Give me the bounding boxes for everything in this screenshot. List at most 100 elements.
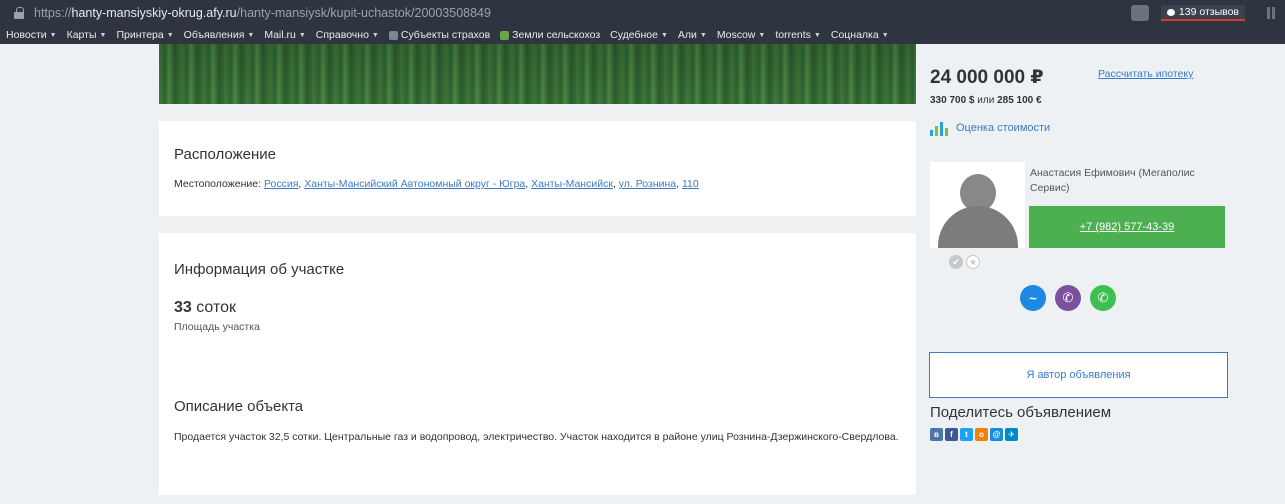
url-prefix: https://	[34, 6, 72, 20]
odnoklassniki-share-icon[interactable]: o	[975, 428, 988, 441]
star-icon[interactable]: ★	[966, 255, 980, 269]
chevron-down-icon: ▼	[49, 31, 57, 39]
url-field[interactable]: https://hanty-mansiyskiy-okrug.afy.ru/ha…	[34, 6, 491, 20]
chart-icon	[930, 120, 948, 136]
chevron-down-icon: ▼	[371, 31, 379, 39]
author-button[interactable]: Я автор объявления	[929, 352, 1228, 398]
bookmark-item[interactable]: Объявления ▼	[184, 29, 255, 41]
location-card: Расположение Местоположение: Россия, Хан…	[159, 121, 916, 216]
price-or: или	[974, 95, 998, 106]
location-prefix: Местоположение:	[174, 178, 264, 190]
chevron-down-icon: ▼	[99, 31, 107, 39]
bookmarks-bar: Новости ▼ Карты ▼ Принтера ▼ Объявления ▼ Mail.r…	[0, 26, 1285, 44]
bookmark-label: Субъекты страхов	[400, 29, 491, 41]
url-path: /hanty-mansiysk/kupit-uchastok/200035088…	[236, 6, 491, 20]
whatsapp-icon[interactable]: ✆	[1090, 285, 1116, 311]
price-eur: 285 100 €	[997, 95, 1042, 106]
comment-icon	[1166, 8, 1175, 16]
bookmark-label: Новости	[6, 29, 47, 41]
facebook-share-icon[interactable]: f	[945, 428, 958, 441]
location-link[interactable]: 110	[682, 178, 699, 190]
url-host: hanty-mansiyskiy-okrug.afy.ru	[71, 6, 237, 20]
chevron-down-icon: ▼	[298, 31, 306, 39]
bookmark-label: Судебное	[610, 29, 658, 41]
location-link[interactable]: ул. Рознина	[619, 178, 676, 190]
bookmark-label: Соцналка	[830, 29, 879, 41]
agent-rating: ✔ ★	[949, 255, 980, 269]
listing-photo[interactable]	[159, 44, 916, 104]
info-title: Информация об участке	[174, 261, 345, 278]
bookmark-label: Справочно	[315, 29, 369, 41]
location-links: Россия, Ханты-Мансийский Автономный окру…	[264, 178, 699, 190]
messenger-buttons: ~ ✆ ✆	[1020, 285, 1116, 311]
bookmark-item[interactable]: Карты ▼	[67, 29, 107, 41]
location-line: Местоположение: Россия, Ханты-Мансийский…	[174, 178, 699, 190]
lock-icon	[14, 7, 24, 19]
bookmark-label: Карты	[66, 29, 97, 41]
price-main: 24 000 000 ₽	[930, 67, 1044, 88]
area-value: 33 соток	[174, 299, 236, 317]
area-unit: соток	[191, 299, 237, 316]
extension-icon[interactable]	[1130, 5, 1149, 21]
agent-photo-card	[930, 162, 1025, 248]
phone-button[interactable]: +7 (982) 577-43-39	[1029, 206, 1225, 248]
mortgage-link[interactable]: Рассчитать ипотеку	[1098, 68, 1193, 80]
agent-name[interactable]: Анастасия Ефимович (Мегаполис Сервис)	[1030, 166, 1230, 196]
chevron-down-icon: ▼	[166, 31, 174, 39]
bookmark-label: Али	[677, 29, 697, 41]
estimate-link[interactable]: Оценка стоимости	[930, 120, 1050, 136]
bookmark-item[interactable]: Новости ▼	[6, 29, 57, 41]
bookmark-item[interactable]: Соцналка ▼	[831, 29, 889, 41]
chevron-down-icon: ▼	[881, 31, 889, 39]
chevron-down-icon: ▼	[660, 31, 668, 39]
reviews-label: 139 отзывов	[1178, 6, 1239, 18]
location-link[interactable]: Ханты-Мансийск	[531, 178, 613, 190]
bookmark-item[interactable]: Moscow ▼	[717, 29, 765, 41]
bookmark-label: Объявления	[183, 29, 245, 41]
area-label: Площадь участка	[174, 321, 260, 333]
bookmark-item[interactable]: Судебное ▼	[610, 29, 668, 41]
check-icon: ✔	[949, 255, 963, 269]
bookmark-item[interactable]: Али ▼	[678, 29, 707, 41]
location-link[interactable]: Россия	[264, 178, 298, 190]
mailru-share-icon[interactable]: @	[990, 428, 1003, 441]
info-card: Информация об участке 33 соток Площадь у…	[159, 233, 916, 495]
chevron-down-icon: ▼	[247, 31, 255, 39]
vk-share-icon[interactable]: в	[930, 428, 943, 441]
chevron-down-icon: ▼	[813, 31, 821, 39]
bookmark-label: Принтера	[116, 29, 164, 41]
bookmark-item[interactable]: Справочно ▼	[316, 29, 379, 41]
twitter-share-icon[interactable]: t	[960, 428, 973, 441]
bookmark-favicon-icon	[500, 30, 510, 40]
price-alt: 330 700 $ или 285 100 €	[930, 95, 1042, 106]
bookmark-label: Moscow	[716, 29, 756, 41]
avatar	[930, 162, 1025, 248]
share-title: Поделитесь объявлением	[930, 404, 1112, 421]
chevron-down-icon: ▼	[699, 31, 707, 39]
description-text: Продается участок 32,5 сотки. Центральны…	[174, 431, 899, 443]
address-bar: https://hanty-mansiyskiy-okrug.afy.ru/ha…	[0, 0, 1285, 26]
location-title: Расположение	[174, 146, 276, 163]
bookmark-label: torrents	[775, 29, 811, 41]
menu-icon[interactable]	[1267, 7, 1275, 19]
bookmark-item[interactable]: Mail.ru ▼	[264, 29, 305, 41]
bookmark-item[interactable]: Принтера ▼	[116, 29, 173, 41]
reviews-badge[interactable]: 139 отзывов	[1160, 5, 1245, 21]
area-number: 33	[174, 299, 192, 316]
bookmark-label: Mail.ru	[264, 29, 296, 41]
chevron-down-icon: ▼	[758, 31, 766, 39]
price-usd: 330 700 $	[930, 95, 975, 106]
viber-icon[interactable]: ✆	[1055, 285, 1081, 311]
messenger-icon[interactable]: ~	[1020, 285, 1046, 311]
bookmark-item[interactable]: torrents ▼	[775, 29, 821, 41]
bookmark-item[interactable]: Субъекты страхов	[388, 29, 491, 41]
bookmark-favicon-icon	[388, 30, 398, 40]
reviews-extension[interactable]: 139 отзывов	[1130, 4, 1245, 22]
bookmark-label: Земли сельскохоз	[512, 29, 601, 41]
description-title: Описание объекта	[174, 398, 304, 415]
location-link[interactable]: Ханты-Мансийский Автономный округ - Югра	[304, 178, 525, 190]
telegram-share-icon[interactable]: ✈	[1005, 428, 1018, 441]
bookmark-item[interactable]: Земли сельскохоз	[500, 29, 600, 41]
estimate-label: Оценка стоимости	[956, 122, 1051, 134]
share-icons: в f t o @ ✈	[930, 428, 1018, 441]
